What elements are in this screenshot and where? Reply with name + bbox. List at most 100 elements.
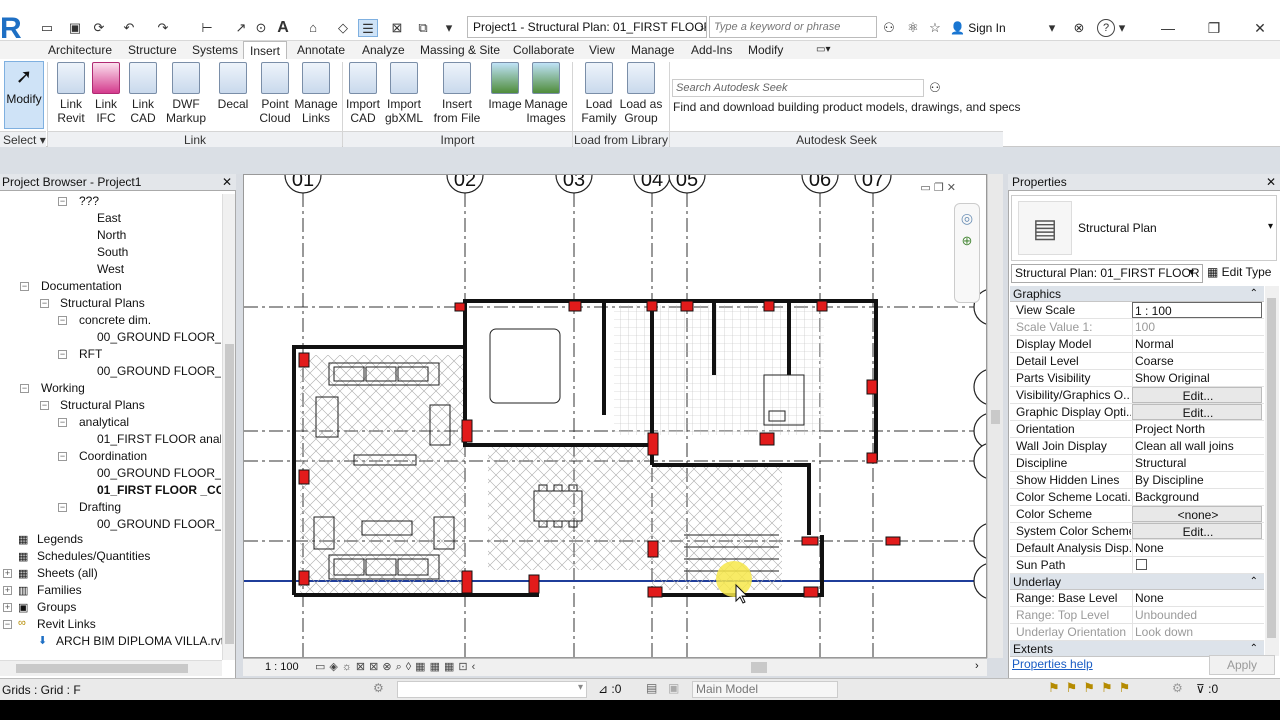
tab-annotate[interactable]: Annotate [291,41,351,59]
help-dropdown-icon[interactable]: ▾ [1117,19,1127,37]
link-ifc-button[interactable]: Link IFC [89,62,123,128]
dimension-icon[interactable]: ↗ [232,19,250,37]
vertical-scrollbar[interactable] [222,194,235,660]
tree-item[interactable]: RFT [79,346,102,363]
vertical-scrollbar[interactable] [1265,286,1279,656]
collapse-icon[interactable]: − [40,401,49,410]
binoculars-icon[interactable]: ⚇ [880,19,898,37]
property-value[interactable]: Background [1132,489,1262,505]
tree-item[interactable]: concrete dim. [79,312,151,329]
tree-item[interactable]: 00_GROUND FLOOR_RFT [97,363,221,380]
color-scheme-button[interactable]: <none> [1132,506,1262,522]
tree-item[interactable]: Coordination [79,448,147,465]
tree-item[interactable]: 00_GROUND FLOOR_TO [97,465,221,482]
subscription-icon[interactable]: ⚛ [904,19,922,37]
drawing-area[interactable]: 01 02 03 04 05 06 07 ▭ ❐ ✕ ◎ ⊕ [243,174,987,658]
seek-search-input[interactable]: Search Autodesk Seek [672,79,924,97]
select-panel-title[interactable]: Select ▾ [0,131,46,147]
tree-item[interactable]: Sheets (all) [37,565,98,582]
tree-item[interactable]: Structural Plans [60,295,145,312]
open-icon[interactable]: ▭ [38,19,56,37]
redo-icon[interactable]: ↷ [154,19,172,37]
dwf-markup-button[interactable]: DWF Markup [164,62,208,128]
background-process-icon[interactable]: ⚙ [1172,681,1183,695]
tree-item[interactable]: Drafting [79,499,121,516]
tree-item[interactable]: Legends [37,531,83,548]
apply-button[interactable]: Apply [1209,655,1275,675]
navigation-bar[interactable]: ◎ ⊕ [954,203,980,303]
tree-item[interactable]: West [97,261,124,278]
close-icon[interactable]: ✕ [1246,18,1274,38]
tab-analyze[interactable]: Analyze [356,41,411,59]
filter-dropdown-icon[interactable]: ▾ [1189,267,1194,278]
view-control-icons[interactable]: ▭◈☼⊠⊠⊗⌕◊▦▦▦⊡‹ [315,660,479,674]
import-cad-button[interactable]: Import CAD [344,62,382,128]
load-family-button[interactable]: Load Family [578,62,620,128]
selection-toggle-icons[interactable]: ⚑⚑⚑⚑⚑ [1048,680,1136,696]
property-value[interactable]: Project North [1132,421,1262,437]
import-gbxml-button[interactable]: Import gbXML [383,62,425,128]
star-icon[interactable]: ☆ [926,19,944,37]
scroll-thumb[interactable] [991,410,1000,424]
tree-item[interactable]: Schedules/Quantities [37,548,150,565]
tree-item[interactable]: North [97,227,126,244]
tree-item[interactable]: Structural Plans [60,397,145,414]
collapse-icon[interactable]: − [40,299,49,308]
collapse-icon[interactable]: − [20,384,29,393]
chevron-right-icon[interactable]: › [697,19,707,37]
property-value[interactable]: None [1132,540,1262,556]
close-icon[interactable]: ✕ [222,174,232,190]
tree-item[interactable]: East [97,210,121,227]
tab-collaborate[interactable]: Collaborate [507,41,580,59]
modify-button[interactable]: ➚ Modify [4,61,44,129]
collapse-group-icon[interactable]: ⌃ [1250,286,1258,302]
3d-view-icon[interactable]: ⌂ [304,19,322,37]
edit-button[interactable]: Edit... [1132,404,1262,420]
sun-path-checkbox[interactable] [1136,559,1147,570]
tree-item[interactable]: Revit Links [37,616,96,633]
graphics-group[interactable]: Graphics ⌃ [1010,286,1264,302]
horizontal-scrollbar[interactable] [0,660,222,676]
collapse-group-icon[interactable]: ⌃ [1250,574,1258,590]
close-icon[interactable]: ✕ [1266,174,1276,190]
properties-help-link[interactable]: Properties help [1012,657,1093,671]
tab-view[interactable]: View [583,41,621,59]
tab-add-ins[interactable]: Add-Ins [685,41,738,59]
tab-modify[interactable]: Modify [742,41,789,59]
signin-dropdown-icon[interactable]: ▾ [1046,19,1058,37]
scroll-thumb[interactable] [225,344,234,644]
insert-from-file-button[interactable]: Insert from File [432,62,482,128]
tab-architecture[interactable]: Architecture [42,41,118,59]
underlay-group[interactable]: Underlay ⌃ [1010,574,1264,590]
expand-icon[interactable]: + [3,569,12,578]
tree-item[interactable]: South [97,244,128,261]
edit-button[interactable]: Edit... [1132,523,1262,539]
tag-icon[interactable]: ⊙ [252,19,270,37]
link-cad-button[interactable]: Link CAD [125,62,161,128]
steering-wheel-icon[interactable]: ◎ [955,210,979,227]
tab-manage[interactable]: Manage [625,41,680,59]
horizontal-scroll-thumb[interactable] [751,662,767,673]
collapse-icon[interactable]: − [58,418,67,427]
collapse-icon[interactable]: − [20,282,29,291]
collapse-icon[interactable]: − [58,197,67,206]
floor-plan-drawing[interactable]: 01 02 03 04 05 06 07 [244,175,987,658]
collapse-icon[interactable]: − [58,316,67,325]
collapse-icon[interactable]: − [58,503,67,512]
design-options-icon[interactable]: ▤ [646,681,657,695]
property-value[interactable]: By Discipline [1132,472,1262,488]
vertical-scrollbar[interactable] [987,174,1003,658]
save-icon[interactable]: ▣ [66,19,84,37]
tab-structure[interactable]: Structure [122,41,183,59]
property-value[interactable]: Coarse [1132,353,1262,369]
sign-in-button[interactable]: 👤 Sign In [950,18,1006,38]
design-option-select[interactable]: Main Model [692,681,838,698]
tab-systems[interactable]: Systems [186,41,244,59]
view-scale[interactable]: 1 : 100 [265,660,299,675]
tab-massing-site[interactable]: Massing & Site [414,41,506,59]
tree-item[interactable]: analytical [79,414,129,431]
section-icon[interactable]: ◇ [334,19,352,37]
exchange-icon[interactable]: ⊗ [1070,19,1088,37]
property-value[interactable]: Show Original [1132,370,1262,386]
point-cloud-button[interactable]: Point Cloud [256,62,294,128]
